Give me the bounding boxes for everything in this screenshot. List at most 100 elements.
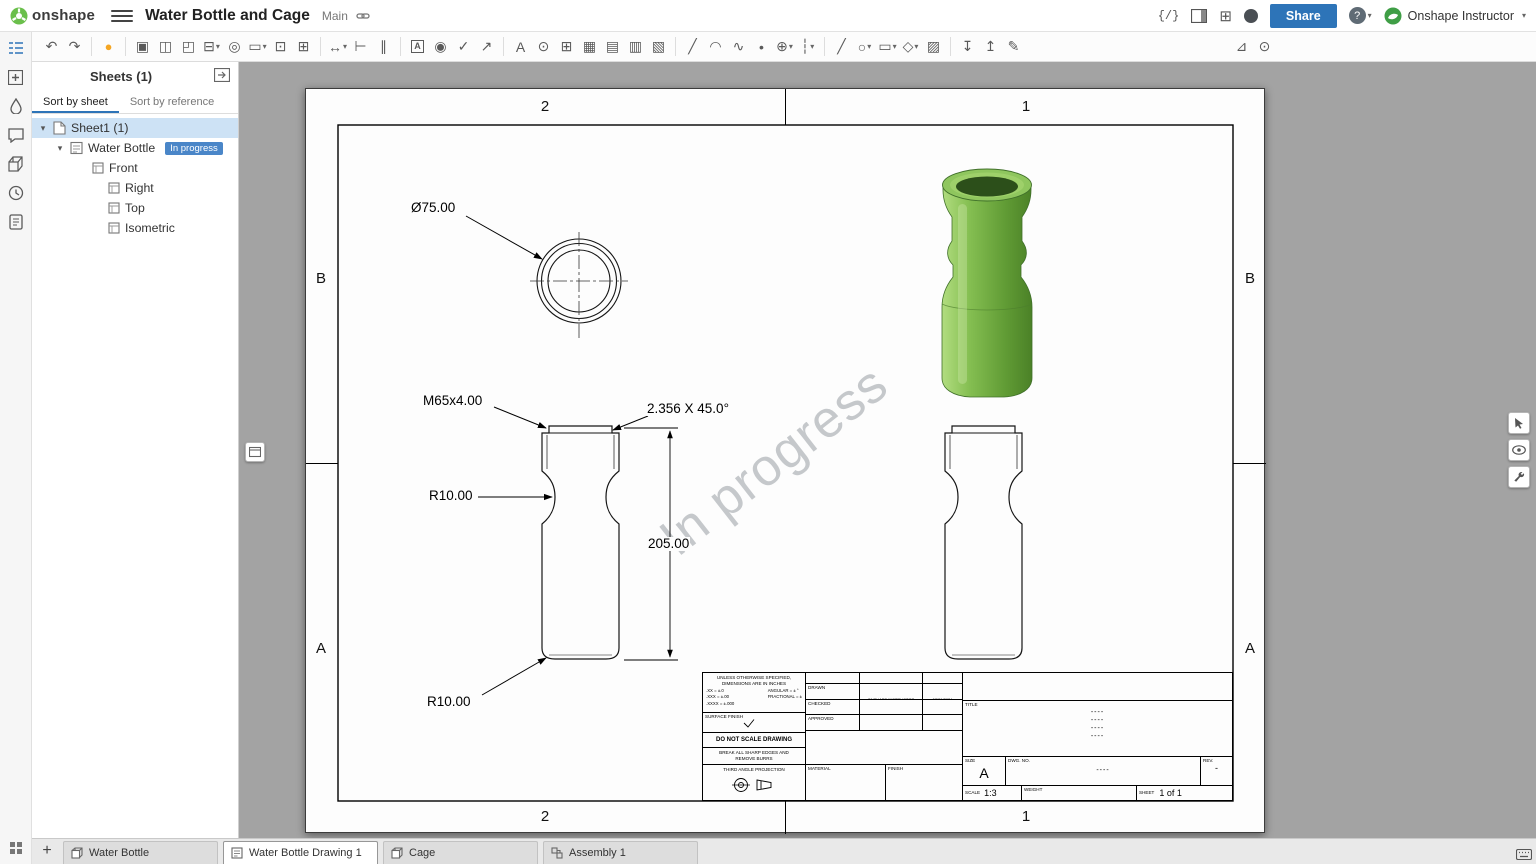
panel-layout-icon[interactable] xyxy=(1191,8,1208,23)
parts-icon[interactable] xyxy=(7,155,25,173)
dimension-icon[interactable]: ↔ ▾ xyxy=(326,35,349,59)
link-icon[interactable] xyxy=(356,9,370,23)
zoom-window-icon[interactable]: ⊙ xyxy=(1253,35,1276,59)
broken-view-icon[interactable]: ▭ ▾ xyxy=(246,35,269,59)
redo-icon[interactable]: ↷ xyxy=(63,35,86,59)
insert-view-icon[interactable]: ▣ xyxy=(131,35,154,59)
featurescript-icon[interactable]: {/} xyxy=(1158,9,1180,23)
dim-height[interactable]: 205.00 xyxy=(647,536,691,552)
notifications-icon[interactable] xyxy=(1243,8,1258,23)
tree-item-sheet1[interactable]: ▾ Sheet1 (1) xyxy=(32,118,238,138)
edit-sheet-icon[interactable]: ✎ xyxy=(1002,35,1025,59)
dim-thread[interactable]: M65x4.00 xyxy=(422,393,484,409)
rectangle-icon[interactable]: ▭ ▾ xyxy=(876,35,899,59)
auto-dimension-icon[interactable]: ∥ xyxy=(372,35,395,59)
tab-water-bottle[interactable]: Water Bottle xyxy=(63,841,218,864)
projected-view-icon[interactable]: ◫ xyxy=(154,35,177,59)
finish-label: FINISH xyxy=(888,766,904,771)
view-options-button[interactable] xyxy=(1508,439,1530,461)
rev-value: - xyxy=(1215,763,1218,773)
selection-tools-button[interactable] xyxy=(1508,412,1530,434)
tab-sort-by-sheet[interactable]: Sort by sheet xyxy=(32,91,119,113)
text-icon[interactable]: A xyxy=(509,35,532,59)
bom-table-icon[interactable]: ▦ xyxy=(578,35,601,59)
circle-icon[interactable]: ○ ▾ xyxy=(853,35,876,59)
keyboard-shortcuts-icon[interactable] xyxy=(1516,849,1532,860)
weld-symbol-icon[interactable]: ↗ xyxy=(475,35,498,59)
help-menu[interactable]: ? ▾ xyxy=(1348,7,1372,24)
dim-chamfer[interactable]: 2.356 X 45.0° xyxy=(646,401,730,417)
point-icon[interactable]: • xyxy=(750,35,773,59)
onshape-logo[interactable]: onshape xyxy=(10,7,95,25)
measure-icon[interactable]: ⊿ xyxy=(1230,35,1253,59)
tab-water-bottle-drawing-1[interactable]: Water Bottle Drawing 1 xyxy=(223,841,378,864)
drawing-sheet[interactable]: In progress 2 1 2 1 B A B A Ø75.00 M65x4… xyxy=(305,88,1266,834)
sketch-line-icon[interactable]: ╱ xyxy=(830,35,853,59)
detail-view-icon[interactable]: ◎ xyxy=(223,35,246,59)
apps-grid-icon[interactable]: ⊞ xyxy=(1219,7,1232,25)
revision-table-icon[interactable]: ▥ xyxy=(624,35,647,59)
crop-view-icon[interactable]: ⊞ xyxy=(292,35,315,59)
branch-label[interactable]: Main xyxy=(322,9,348,23)
size-value: A xyxy=(979,765,989,781)
table-icon[interactable]: ⊞ xyxy=(555,35,578,59)
title-block: UNLESS OTHERWISE SPECIFIED, DIMENSIONS A… xyxy=(702,672,1233,801)
sheet-properties-toggle[interactable] xyxy=(245,442,265,462)
part-studio-icon xyxy=(391,847,403,859)
view-icon xyxy=(108,202,120,214)
dim-base-radius[interactable]: R10.00 xyxy=(426,694,472,710)
note-icon[interactable]: A xyxy=(406,35,429,59)
history-icon[interactable] xyxy=(7,184,25,202)
tree-item-water-bottle[interactable]: ▾ Water Bottle In progress xyxy=(32,138,238,158)
tree-item-front[interactable]: Front xyxy=(32,158,238,178)
document-outline-icon[interactable] xyxy=(7,39,25,57)
tab-cage[interactable]: Cage xyxy=(383,841,538,864)
sheet-icon xyxy=(53,121,66,135)
tab-assembly-1[interactable]: Assembly 1 xyxy=(543,841,698,864)
sheets-panel: Sheets (1) Sort by sheet Sort by referen… xyxy=(32,62,239,838)
view-icon xyxy=(108,182,120,194)
view-label: Isometric xyxy=(125,221,175,235)
section-view-icon[interactable]: ⊟ ▾ xyxy=(200,35,223,59)
user-menu[interactable]: Onshape Instructor ▾ xyxy=(1384,7,1526,25)
cut-list-table-icon[interactable]: ▧ xyxy=(647,35,670,59)
insert-elements-icon[interactable] xyxy=(7,68,25,86)
surface-finish-icon[interactable]: ✓ xyxy=(452,35,475,59)
appearance-icon[interactable] xyxy=(7,97,25,115)
tab-sort-by-reference[interactable]: Sort by reference xyxy=(119,91,225,113)
drawing-canvas[interactable]: In progress 2 1 2 1 B A B A Ø75.00 M65x4… xyxy=(239,62,1536,838)
adjustment-tools-button[interactable] xyxy=(1508,466,1530,488)
spline-icon[interactable]: ∿ xyxy=(727,35,750,59)
hole-table-icon[interactable]: ▤ xyxy=(601,35,624,59)
drawing-tab-icon xyxy=(231,847,243,859)
line-icon[interactable]: ╱ xyxy=(681,35,704,59)
import-icon[interactable]: ↥ xyxy=(979,35,1002,59)
chevron-down-icon[interactable]: ▾ xyxy=(55,143,65,154)
break-out-view-icon[interactable]: ⊡ xyxy=(269,35,292,59)
center-mark-icon[interactable]: ⊕ ▾ xyxy=(773,35,796,59)
find-icon[interactable]: ⊙ xyxy=(532,35,555,59)
comments-icon[interactable] xyxy=(7,126,25,144)
polygon-icon[interactable]: ◇ ▾ xyxy=(899,35,922,59)
auxiliary-view-icon[interactable]: ◰ xyxy=(177,35,200,59)
panel-dock-icon[interactable] xyxy=(214,68,230,82)
arc-icon[interactable]: ◠ xyxy=(704,35,727,59)
hatch-icon[interactable]: ▨ xyxy=(922,35,945,59)
callout-icon[interactable]: ◉ xyxy=(429,35,452,59)
tree-item-right[interactable]: Right xyxy=(32,178,238,198)
document-menu-icon[interactable] xyxy=(111,5,134,27)
bottom-grid-icon[interactable] xyxy=(7,839,25,857)
chevron-down-icon[interactable]: ▾ xyxy=(38,123,48,134)
centerline-icon[interactable]: ┆ ▾ xyxy=(796,35,819,59)
ordinate-dimension-icon[interactable]: ⊢ xyxy=(349,35,372,59)
share-button[interactable]: Share xyxy=(1269,3,1337,28)
update-views-icon[interactable]: ● xyxy=(97,35,120,59)
export-icon[interactable]: ↧ xyxy=(956,35,979,59)
undo-icon[interactable]: ↶ xyxy=(40,35,63,59)
dim-diameter[interactable]: Ø75.00 xyxy=(410,200,457,216)
add-tab-button[interactable]: + xyxy=(36,840,58,862)
dim-neck-radius[interactable]: R10.00 xyxy=(428,488,474,504)
tree-item-top[interactable]: Top xyxy=(32,198,238,218)
tree-item-isometric[interactable]: Isometric xyxy=(32,218,238,238)
notes-icon[interactable] xyxy=(7,213,25,231)
